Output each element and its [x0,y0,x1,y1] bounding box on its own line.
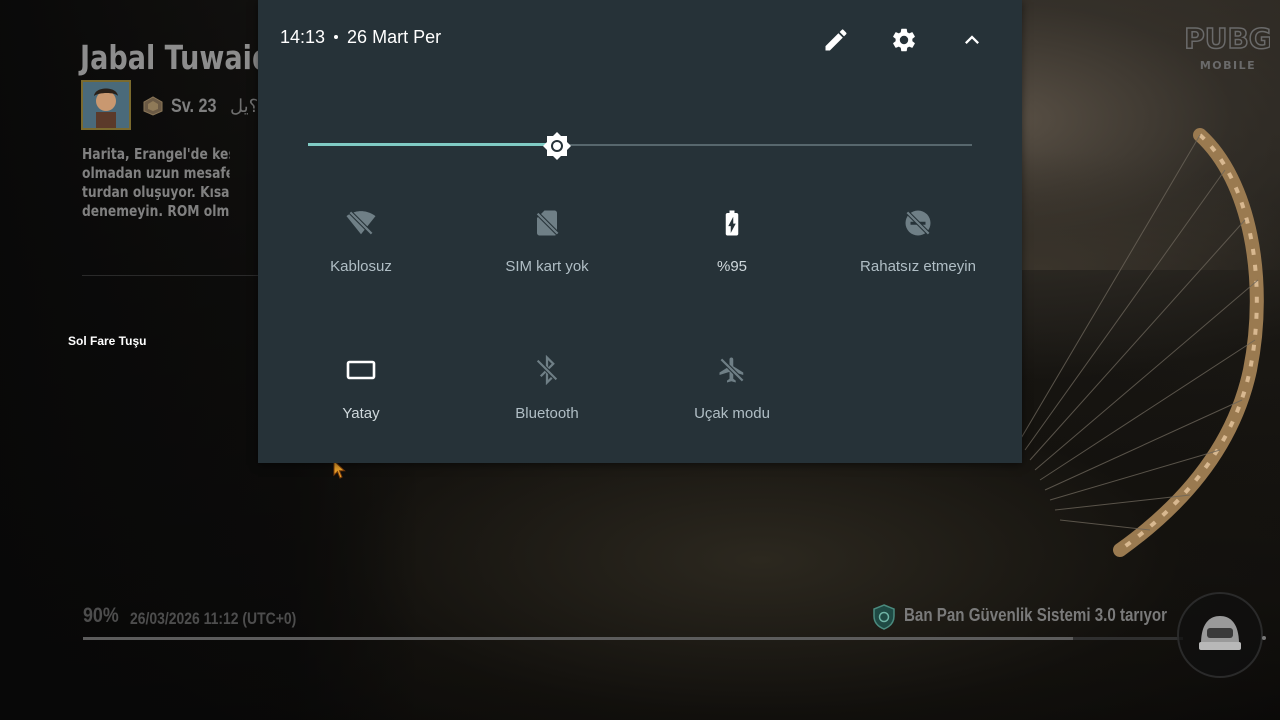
separator-dot [334,35,339,40]
description-line: Harita, Erangel'de keskin [82,145,230,163]
bluetooth-disabled-icon [535,355,559,385]
quick-settings-panel: 14:13 26 Mart Per Kablosuz SIM kart yok … [258,0,1022,463]
tile-label: %95 [716,258,748,275]
divider [82,275,262,276]
tile-do-not-disturb[interactable]: Rahatsız etmeyin [833,208,1003,318]
map-description: Harita, Erangel'de keskin olmadan uzun m… [82,145,230,221]
indicator-dot [1262,636,1266,640]
tile-battery[interactable]: %95 [647,208,817,318]
arabic-text: ؟يل [230,96,259,116]
tile-airplane-mode[interactable]: Uçak modu [647,355,817,465]
date-text: 26 Mart Per [347,26,442,47]
brightness-icon[interactable] [539,128,575,164]
brightness-slider[interactable] [308,128,972,164]
collapse-button[interactable] [958,26,986,54]
level-badge-icon [143,96,163,116]
tile-label: Rahatsız etmeyin [860,258,976,275]
wifi-off-icon [346,210,376,236]
battery-charging-icon [725,210,739,236]
loading-datetime: 26/03/2026 11:12 (UTC+0) [130,609,297,628]
description-line: denemeyin. ROM olmadan [82,202,230,220]
loading-progress-bar [83,637,1183,640]
tile-sim[interactable]: SIM kart yok [462,208,632,318]
loading-progress-fill [83,637,1073,640]
shield-icon [873,604,895,630]
screen-rotation-landscape-icon [346,360,376,380]
status-datetime: 14:13 26 Mart Per [280,26,441,48]
mouse-key-label: Sol Fare Tuşu [68,334,147,348]
avatar [81,80,131,130]
description-line: turdan oluşuyor. Kısacası [82,183,230,201]
tile-wifi[interactable]: Kablosuz [276,208,446,318]
airplane-mode-off-icon [719,357,745,383]
tile-bluetooth[interactable]: Bluetooth [462,355,632,465]
svg-text:MOBILE: MOBILE [1200,59,1256,72]
helmet-icon [1199,616,1241,650]
player-level: Sv. 23 [171,96,217,117]
slider-fill [308,143,557,146]
edit-button[interactable] [822,26,850,54]
pencil-icon [825,29,847,51]
pubg-mobile-logo: PUBG MOBILE [1186,21,1270,72]
sim-card-absent-icon [535,210,560,236]
tile-label: Kablosuz [330,258,392,275]
svg-text:PUBG: PUBG [1186,22,1270,55]
tile-label: Yatay [342,405,380,422]
parachute-image [1019,128,1264,557]
helmet-button[interactable] [1177,592,1263,678]
description-line: olmadan uzun mesafelerd [82,164,230,182]
chevron-up-icon [965,35,979,44]
gear-icon [893,28,915,52]
clock-time: 14:13 [280,26,326,47]
do-not-disturb-off-icon [905,210,931,236]
tile-label: Bluetooth [515,405,579,422]
loading-percent: 90% [83,604,119,627]
settings-button[interactable] [890,26,918,54]
tile-label: SIM kart yok [505,258,589,275]
security-status-text: Ban Pan Güvenlik Sistemi 3.0 tarıyor [904,605,1168,625]
tile-label: Uçak modu [694,405,770,422]
tile-rotation[interactable]: Yatay [276,355,446,465]
